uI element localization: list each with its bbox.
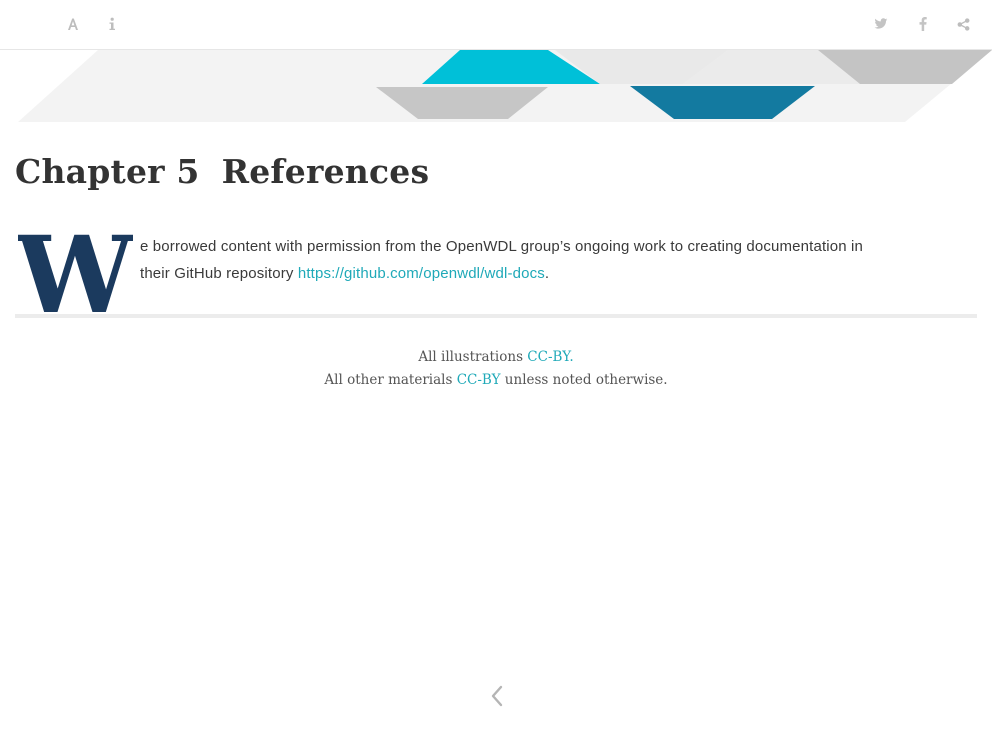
font-settings-icon — [66, 17, 80, 31]
twitter-share-button[interactable] — [870, 13, 892, 35]
facebook-share-button[interactable] — [912, 13, 934, 35]
paragraph-line-2-prefix: their GitHub repository — [140, 265, 298, 282]
header-banner — [0, 50, 992, 125]
paragraph-line-2-suffix: . — [544, 265, 550, 282]
drop-cap: W — [14, 212, 136, 337]
illustrations-prefix: All illustrations — [418, 349, 528, 365]
illustrations-license-link[interactable]: CC-BY. — [527, 349, 573, 365]
chapter-title: Chapter 5 References — [15, 152, 429, 191]
previous-page-button[interactable] — [486, 685, 508, 711]
license-footer: All illustrations CC-BY. All other mater… — [0, 346, 992, 392]
twitter-icon — [874, 18, 888, 30]
font-settings-button[interactable] — [62, 13, 84, 35]
chapter-name: References — [221, 152, 430, 191]
share-button[interactable] — [952, 13, 974, 35]
drop-cap-letter: W — [18, 224, 133, 316]
materials-suffix: unless noted otherwise. — [500, 372, 668, 388]
materials-license-line: All other materials CC-BY unless noted o… — [0, 369, 992, 392]
share-icon — [957, 17, 970, 31]
paragraph-line-1: e borrowed content with permission from … — [140, 238, 864, 255]
body-paragraph: e borrowed content with permission from … — [140, 233, 955, 287]
materials-license-link[interactable]: CC-BY — [457, 372, 501, 388]
chevron-left-icon — [491, 685, 503, 711]
illustrations-license-line: All illustrations CC-BY. — [0, 346, 992, 369]
wdl-docs-link[interactable]: https://github.com/openwdl/wdl-docs — [298, 265, 545, 282]
chapter-number: Chapter 5 — [15, 152, 200, 191]
top-toolbar — [0, 0, 992, 50]
materials-prefix: All other materials — [324, 372, 457, 388]
info-button[interactable] — [101, 13, 123, 35]
paragraph-line-2: their GitHub repository https://github.c… — [140, 260, 955, 287]
section-divider — [15, 314, 977, 318]
facebook-icon — [919, 17, 927, 31]
info-icon — [108, 17, 116, 31]
